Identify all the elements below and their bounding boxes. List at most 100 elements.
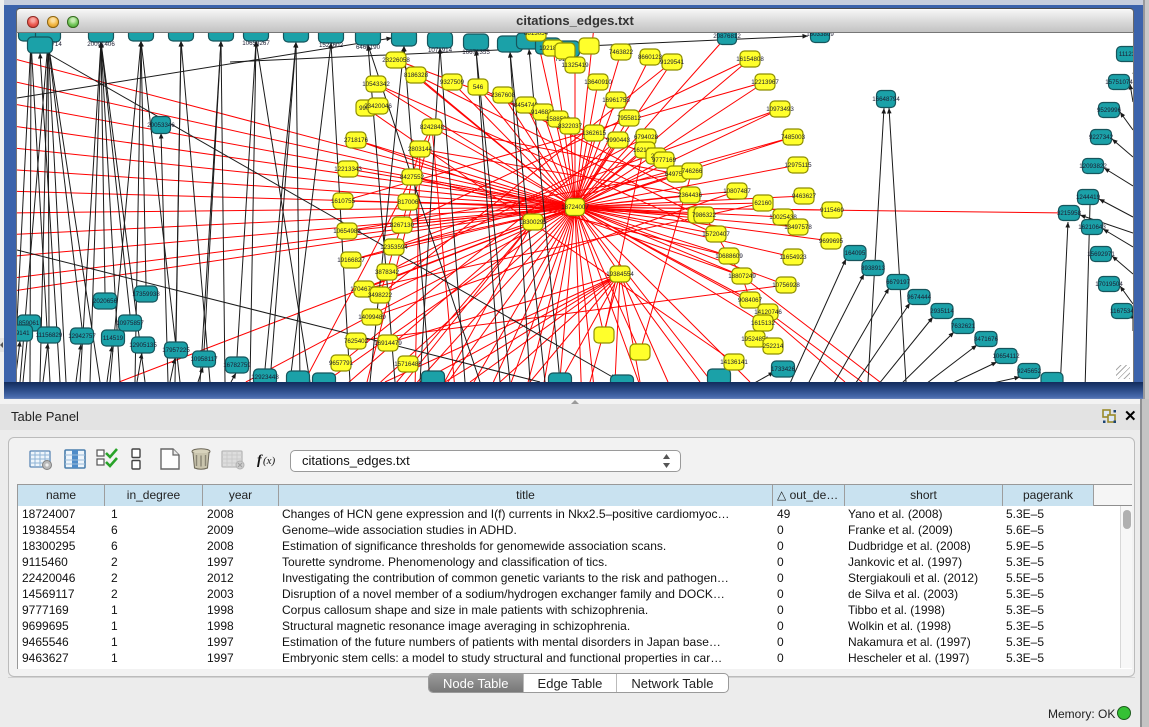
svg-text:114519: 114519 [103, 335, 124, 342]
svg-text:2020656: 2020656 [93, 298, 118, 305]
svg-text:9129541: 9129541 [660, 59, 685, 66]
svg-text:15716485: 15716485 [394, 361, 422, 368]
svg-text:7485003: 7485003 [781, 134, 806, 141]
svg-text:12923448: 12923448 [251, 374, 279, 381]
svg-text:9990443: 9990443 [606, 137, 631, 144]
svg-text:9674444: 9674444 [907, 294, 932, 301]
svg-text:19166827: 19166827 [337, 257, 365, 264]
svg-text:1167534: 1167534 [1110, 308, 1133, 315]
svg-text:17019504: 17019504 [1095, 281, 1123, 288]
svg-text:2935114: 2935114 [930, 308, 954, 315]
svg-text:10975857: 10975857 [116, 320, 144, 327]
svg-text:14099489: 14099489 [358, 314, 386, 321]
svg-text:9657791: 9657791 [329, 360, 354, 367]
svg-text:7463822: 7463822 [609, 49, 634, 56]
svg-text:18724007: 18724007 [561, 204, 589, 211]
svg-text:9529996: 9529996 [1097, 107, 1122, 114]
svg-text:11156829: 11156829 [36, 332, 63, 339]
svg-text:7986322: 7986322 [692, 212, 717, 219]
svg-text:10688609: 10688609 [715, 253, 743, 260]
svg-text:20091406: 20091406 [87, 41, 115, 48]
svg-text:1527602: 1527602 [319, 42, 344, 49]
svg-text:10654983: 10654983 [333, 228, 361, 235]
svg-text:9115460: 9115460 [820, 207, 844, 214]
svg-text:12905135: 12905135 [129, 342, 157, 349]
svg-text:8267130: 8267130 [390, 222, 415, 229]
svg-text:9699695: 9699695 [819, 238, 844, 245]
svg-text:16671355: 16671355 [462, 49, 490, 56]
svg-text:3878342: 3878342 [375, 269, 400, 276]
svg-text:11123: 11123 [1119, 51, 1133, 58]
svg-text:16914479: 16914479 [374, 340, 402, 347]
svg-text:19384554: 19384554 [606, 271, 634, 278]
svg-text:15751074: 15751074 [1105, 79, 1133, 86]
svg-text:8660123: 8660123 [638, 54, 663, 61]
svg-text:(x): (x) [263, 455, 276, 467]
svg-text:1733426: 1733426 [771, 366, 796, 373]
svg-text:8471676: 8471676 [974, 336, 999, 343]
svg-text:11325419: 11325419 [561, 62, 589, 69]
svg-text:23226058: 23226058 [382, 57, 410, 64]
svg-text:9463627: 9463627 [792, 193, 817, 200]
svg-text:3215958: 3215958 [1057, 210, 1082, 217]
svg-text:7632621: 7632621 [951, 323, 976, 330]
svg-text:8427552: 8427552 [400, 174, 425, 181]
svg-text:17957225: 17957225 [162, 347, 190, 354]
svg-text:1610755: 1610755 [331, 198, 356, 205]
svg-text:12213967: 12213967 [751, 79, 779, 86]
svg-text:15720407: 15720407 [702, 231, 730, 238]
svg-text:16648794: 16648794 [872, 96, 900, 103]
svg-text:2803144: 2803144 [408, 146, 433, 153]
svg-text:1071914: 1071914 [428, 47, 453, 54]
svg-text:20053346: 20053346 [147, 122, 175, 129]
svg-text:8322037: 8322037 [558, 123, 583, 130]
svg-text:16961758: 16961758 [602, 97, 630, 104]
svg-text:546: 546 [473, 84, 484, 91]
svg-text:9777169: 9777169 [652, 157, 677, 164]
svg-text:12942757: 12942757 [68, 333, 96, 340]
svg-text:11654923: 11654923 [779, 254, 807, 261]
svg-text:10654112: 10654112 [992, 353, 1020, 360]
svg-text:12353594: 12353594 [380, 244, 408, 251]
svg-text:20876812: 20876812 [713, 33, 741, 40]
svg-text:1615132: 1615132 [751, 320, 776, 327]
svg-text:18300295: 18300295 [519, 219, 547, 226]
svg-text:9084067: 9084067 [738, 297, 763, 304]
svg-text:23420046: 23420046 [364, 103, 392, 110]
svg-text:16782759: 16782759 [223, 362, 251, 369]
svg-text:10653267: 10653267 [242, 40, 270, 47]
svg-text:62160: 62160 [754, 200, 772, 207]
svg-text:18807249: 18807249 [728, 273, 756, 280]
svg-text:8242848: 8242848 [420, 124, 445, 131]
svg-text:746266: 746266 [682, 168, 703, 175]
svg-text:8938913: 8938913 [861, 265, 886, 272]
svg-text:16033809: 16033809 [806, 33, 834, 38]
svg-text:10973493: 10973493 [766, 106, 794, 113]
svg-text:10543342: 10543342 [362, 81, 390, 88]
svg-text:2364436: 2364436 [678, 192, 703, 199]
svg-text:252214: 252214 [763, 343, 784, 350]
svg-text:1244419: 1244419 [1076, 194, 1101, 201]
svg-text:10807487: 10807487 [723, 188, 751, 195]
svg-text:14136141: 14136141 [720, 359, 748, 366]
svg-text:10958117: 10958117 [190, 356, 218, 363]
svg-text:817006: 817006 [398, 199, 419, 206]
svg-text:6466190: 6466190 [356, 44, 381, 51]
svg-text:8186328: 8186328 [404, 72, 429, 79]
svg-text:10756928: 10756928 [772, 282, 800, 289]
svg-text:16210643: 16210643 [1078, 224, 1106, 231]
svg-text:9227342: 9227342 [1089, 134, 1114, 141]
svg-text:9327509: 9327509 [440, 79, 465, 86]
svg-text:2718176: 2718176 [344, 137, 369, 144]
svg-text:8813054: 8813054 [524, 33, 549, 37]
svg-text:2367608: 2367608 [491, 92, 516, 99]
svg-text:15692971: 15692971 [1087, 251, 1115, 258]
svg-text:7955812: 7955812 [617, 115, 642, 122]
svg-text:164095: 164095 [845, 250, 866, 257]
svg-text:12975115: 12975115 [784, 162, 812, 169]
svg-text:12213343: 12213343 [334, 166, 362, 173]
svg-text:17359938: 17359938 [132, 291, 160, 298]
svg-text:12093822: 12093822 [1079, 163, 1107, 170]
svg-text:13640910: 13640910 [584, 79, 612, 86]
svg-text:39141: 39141 [17, 330, 30, 337]
